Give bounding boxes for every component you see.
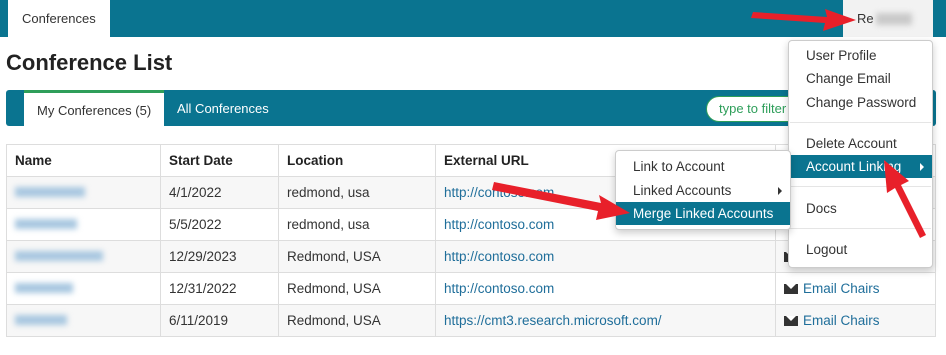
conference-name-redacted[interactable] (15, 315, 67, 325)
page-title: Conference List (6, 50, 173, 75)
submenu-item-link-to-account[interactable]: Link to Account (616, 155, 790, 178)
menu-divider (790, 186, 931, 187)
external-url-link[interactable]: https://cmt3.research.microsoft.com/ (444, 313, 662, 328)
user-menu-toggle[interactable]: Re (843, 0, 933, 37)
top-navbar: Conferences Re (0, 0, 946, 37)
submenu-item-merge-linked-accounts[interactable]: Merge Linked Accounts (616, 202, 790, 225)
external-url-link[interactable]: http://contoso.com (444, 281, 554, 296)
menu-divider (790, 228, 931, 229)
conference-name-redacted[interactable] (15, 283, 73, 293)
email-chairs-link[interactable]: Email Chairs (803, 313, 880, 328)
conference-name-cell[interactable] (6, 304, 161, 337)
submenu-item-linked-accounts-label: Linked Accounts (633, 183, 732, 198)
conference-name-redacted[interactable] (15, 251, 103, 261)
start-date-cell: 5/5/2022 (160, 208, 279, 241)
nav-tab-conferences[interactable]: Conferences (8, 0, 110, 37)
menu-item-delete-account[interactable]: Delete Account (789, 132, 932, 155)
user-name: Re (857, 11, 874, 26)
external-url-link[interactable]: http://contoso.com (444, 217, 554, 232)
user-dropdown-menu: User Profile Change Email Change Passwor… (788, 40, 933, 268)
envelope-icon (784, 284, 798, 295)
menu-item-user-profile[interactable]: User Profile (789, 44, 932, 67)
column-header-start-date[interactable]: Start Date (160, 144, 279, 177)
start-date-cell: 6/11/2019 (160, 304, 279, 337)
column-header-location[interactable]: Location (278, 144, 436, 177)
submenu-item-linked-accounts[interactable]: Linked Accounts (616, 179, 790, 202)
conference-name-cell[interactable] (6, 208, 161, 241)
external-url-cell: https://cmt3.research.microsoft.com/ (435, 304, 776, 337)
location-cell: Redmond, USA (278, 304, 436, 337)
external-url-cell: http://contoso.com (435, 240, 776, 273)
conference-name-cell[interactable] (6, 176, 161, 209)
conference-name-redacted[interactable] (15, 187, 85, 197)
menu-item-change-email[interactable]: Change Email (789, 67, 932, 90)
external-url-link[interactable]: http://contoso.com (444, 249, 554, 264)
email-chairs-link[interactable]: Email Chairs (803, 281, 880, 296)
menu-divider (790, 122, 931, 123)
caret-right-icon (778, 187, 782, 195)
conference-name-redacted[interactable] (15, 219, 77, 229)
menu-item-logout[interactable]: Logout (789, 238, 932, 261)
external-url-link[interactable]: http://contoso.com (444, 185, 554, 200)
start-date-cell: 4/1/2022 (160, 176, 279, 209)
table-row: 12/31/2022 Redmond, USA http://contoso.c… (6, 272, 936, 305)
envelope-icon (784, 316, 798, 327)
actions-cell: Email Chairs (775, 304, 936, 337)
account-linking-submenu: Link to Account Linked Accounts Merge Li… (615, 150, 791, 230)
start-date-cell: 12/31/2022 (160, 272, 279, 305)
location-cell: Redmond, USA (278, 272, 436, 305)
user-name-redacted (875, 12, 912, 25)
location-cell: redmond, usa (278, 176, 436, 209)
external-url-cell: http://contoso.com (435, 272, 776, 305)
table-row: 6/11/2019 Redmond, USA https://cmt3.rese… (6, 304, 936, 337)
start-date-cell: 12/29/2023 (160, 240, 279, 273)
menu-item-docs[interactable]: Docs (789, 197, 932, 220)
conference-name-cell[interactable] (6, 272, 161, 305)
menu-item-account-linking[interactable]: Account Linking (789, 155, 932, 178)
tab-all-conferences[interactable]: All Conferences (177, 90, 269, 126)
actions-cell: Email Chairs (775, 272, 936, 305)
location-cell: redmond, usa (278, 208, 436, 241)
caret-right-icon (920, 163, 924, 171)
menu-item-change-password[interactable]: Change Password (789, 91, 932, 114)
tab-my-conferences[interactable]: My Conferences (5) (24, 90, 165, 127)
menu-item-account-linking-label: Account Linking (806, 159, 902, 174)
column-header-name[interactable]: Name (6, 144, 161, 177)
conference-name-cell[interactable] (6, 240, 161, 273)
location-cell: Redmond, USA (278, 240, 436, 273)
